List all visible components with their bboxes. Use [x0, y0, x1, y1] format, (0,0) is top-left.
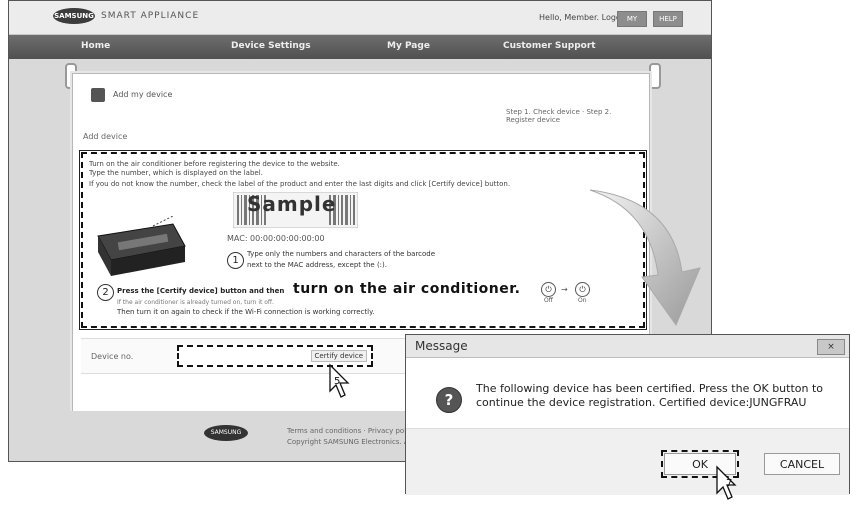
step-2-emphasis: turn on the air conditioner.: [293, 281, 521, 297]
step-1-text: Type only the numbers and characters of …: [247, 250, 436, 258]
footer-samsung-logo: SAMSUNG: [204, 425, 248, 441]
dialog-titlebar: Message ×: [406, 335, 849, 358]
power-off-label: Off: [544, 297, 553, 304]
device-number-label: Device no.: [91, 352, 134, 361]
certify-device-button[interactable]: Certify device: [310, 350, 367, 362]
step-5-label: 5: [334, 376, 341, 387]
binder-ring-right: [649, 63, 661, 89]
flow-arrow-icon: [589, 189, 701, 327]
arrow-right-icon: →: [561, 285, 568, 294]
instruction-line: Turn on the air conditioner before regis…: [89, 160, 340, 168]
sample-watermark: Sample: [247, 192, 337, 216]
welcome-text[interactable]: Hello, Member. Logout: [539, 13, 629, 22]
brand-name: SMART APPLIANCE: [101, 11, 200, 21]
instruction-line: Type the number, which is displayed on t…: [89, 169, 263, 177]
cancel-button[interactable]: CANCEL: [764, 453, 840, 475]
device-icon: [91, 88, 105, 102]
section-label: Add device: [83, 132, 128, 141]
nav-device-settings[interactable]: Device Settings: [231, 41, 311, 51]
power-off-icon: ⏻: [541, 282, 556, 297]
air-conditioner-unit-image: [97, 216, 186, 276]
nav-home[interactable]: Home: [81, 41, 110, 51]
instruction-panel: Turn on the air conditioner before regis…: [79, 150, 647, 330]
question-icon: ?: [436, 387, 462, 413]
top-button-my[interactable]: MY: [617, 11, 647, 27]
message-dialog: Message × ? The following device has bee…: [405, 334, 850, 495]
card-header: Add my device Step 1. Check device · Ste…: [91, 88, 635, 124]
top-bar: SAMSUNG SMART APPLIANCE Hello, Member. L…: [9, 1, 711, 35]
step-indicator: Step 1. Check device · Step 2. Register …: [506, 108, 612, 124]
step-2-text: Press the [Certify device] button and th…: [117, 287, 285, 295]
footer-links[interactable]: Terms and conditions · Privacy policy: [287, 427, 416, 435]
step-2-text: Then turn it on again to check if the Wi…: [117, 308, 375, 316]
cursor-pointer-icon: [716, 465, 737, 500]
mac-address: MAC: 00:00:00:00:00:00: [227, 234, 325, 243]
dialog-title: Message: [415, 339, 468, 353]
main-nav: Home Device Settings My Page Customer Su…: [9, 35, 711, 59]
top-button-help[interactable]: HELP: [653, 11, 683, 27]
dialog-message: The following device has been certified.…: [476, 382, 824, 409]
step-7-label: 7: [726, 478, 733, 489]
step-1-number: 1: [227, 252, 244, 269]
dialog-footer: OK CANCEL: [406, 428, 849, 495]
samsung-logo: SAMSUNG: [53, 8, 95, 24]
nav-customer-support[interactable]: Customer Support: [503, 41, 596, 51]
step-1-text: next to the MAC address, except the (:).: [247, 261, 387, 269]
dialog-body: ? The following device has been certifie…: [406, 358, 849, 428]
card-title: Add my device: [113, 90, 173, 99]
nav-my-page[interactable]: My Page: [387, 41, 430, 51]
close-icon[interactable]: ×: [817, 339, 845, 355]
step-2-note: If the air conditioner is already turned…: [117, 299, 274, 306]
step-2-number: 2: [97, 284, 114, 301]
instruction-line: If you do not know the number, check the…: [89, 180, 511, 188]
